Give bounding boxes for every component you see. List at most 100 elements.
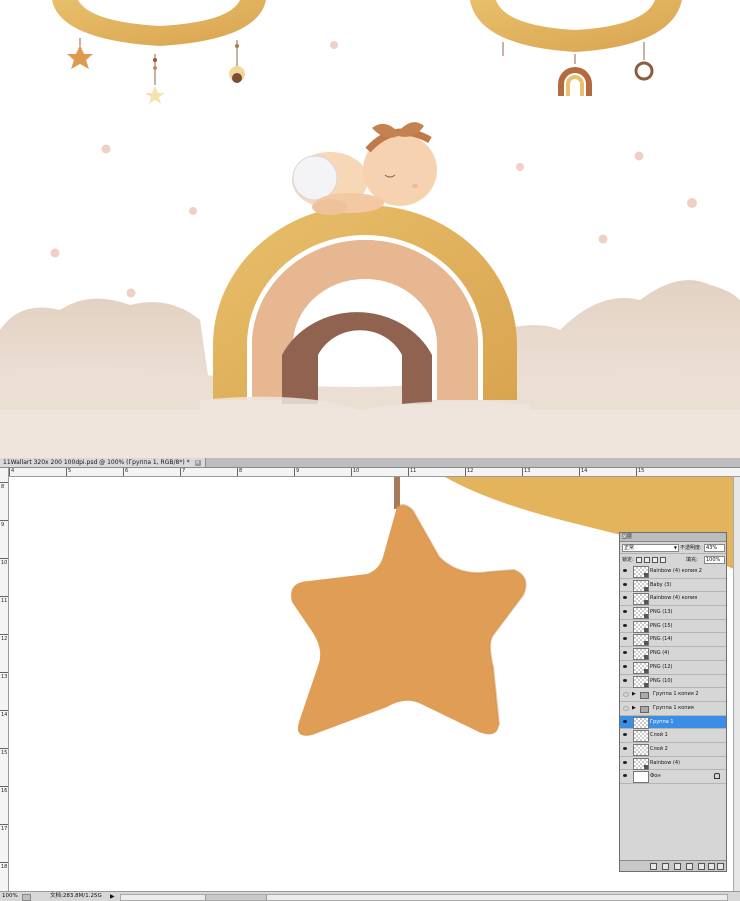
eye-icon[interactable] (623, 651, 627, 655)
ruler-label: 6 (125, 468, 129, 474)
star-ornament[interactable] (291, 505, 526, 736)
layer-name: PNG (10) (650, 677, 673, 684)
layer-thumbnail (633, 771, 649, 784)
eye-icon[interactable] (623, 733, 627, 737)
star-string (394, 477, 400, 509)
layer-list: Rainbow (4) копия 2 Baby (3) Rainbow (4) к… (620, 565, 726, 859)
layer-row[interactable]: PNG (13) (620, 606, 726, 620)
layer-row[interactable]: PNG (10) (620, 674, 726, 689)
ruler-label: 4 (11, 468, 15, 474)
layer-thumbnail (633, 716, 649, 729)
eye-icon[interactable] (623, 719, 627, 723)
layer-name: Группа 1 (650, 718, 674, 725)
ruler-label: 9 (1, 522, 5, 528)
lock-icon (714, 773, 720, 780)
lock-transparency-icon[interactable] (636, 557, 642, 563)
close-icon[interactable]: × (622, 533, 627, 540)
smart-object-icon (633, 620, 649, 633)
artwork-illustration (0, 0, 740, 458)
top-right-rainbow (470, 0, 682, 96)
layer-row[interactable]: PNG (4) (620, 647, 726, 661)
vertical-ruler[interactable]: 8 9 10 11 12 13 14 15 16 17 18 (0, 468, 9, 891)
layers-panel: 图层 × 正常 ▼ 不透明度: 43% 锁定: 填充: 100% Rainbow… (619, 532, 727, 872)
smart-object-icon (633, 661, 649, 674)
smart-object-icon (633, 757, 649, 770)
layer-name: Baby (3) (650, 581, 672, 588)
layer-row[interactable]: Фон (620, 770, 726, 784)
layer-thumbnail (633, 743, 649, 756)
ruler-label: 7 (182, 468, 186, 474)
layer-row[interactable]: Rainbow (4) (620, 756, 726, 771)
lock-all-icon[interactable] (660, 557, 666, 563)
layers-panel-titlebar[interactable]: 图层 × (620, 533, 726, 542)
ruler-label: 11 (410, 468, 417, 474)
layer-row[interactable]: ▶ Группа 1 копия (620, 701, 726, 716)
blend-mode-select[interactable]: 正常 ▼ (622, 544, 679, 552)
fill-field[interactable]: 100% (704, 556, 725, 564)
eye-icon[interactable] (623, 705, 629, 711)
layer-row[interactable]: Слой 1 (620, 729, 726, 743)
horizontal-ruler[interactable]: 4 5 6 7 8 9 10 11 12 13 14 15 (9, 468, 740, 477)
link-layers-icon[interactable] (650, 863, 657, 870)
ruler-label: 12 (1, 636, 8, 642)
eye-icon[interactable] (623, 746, 627, 750)
expand-arrow-icon[interactable]: ▶ (632, 702, 636, 714)
ruler-label: 18 (1, 864, 8, 870)
ruler-label: 9 (296, 468, 300, 474)
layer-name: PNG (14) (650, 636, 673, 643)
layer-name: Группа 1 копия 2 (653, 691, 699, 698)
eye-icon[interactable] (623, 774, 627, 778)
eye-icon[interactable] (623, 760, 627, 764)
document-tab-title: 11Wallart 320x 200 100dpi.psd @ 100% (Гр… (3, 459, 190, 466)
layer-row[interactable]: PNG (14) (620, 633, 726, 648)
opacity-label: 不透明度: (680, 545, 702, 551)
top-left-rainbow (52, 0, 266, 104)
eye-icon[interactable] (623, 582, 627, 586)
folder-icon (640, 692, 649, 700)
layer-row[interactable]: Группа 1 (620, 715, 726, 730)
layer-row[interactable]: Слой 2 (620, 742, 726, 757)
eye-icon[interactable] (623, 678, 627, 682)
eye-icon[interactable] (623, 637, 627, 641)
scrollbar-thumb[interactable] (205, 895, 267, 900)
new-layer-icon[interactable] (708, 863, 715, 870)
layer-name: Группа 1 копия (653, 704, 694, 711)
ruler-label: 8 (1, 484, 5, 490)
layers-panel-footer (620, 860, 726, 871)
layer-row[interactable]: Rainbow (4) копия (620, 592, 726, 607)
delete-layer-icon[interactable] (717, 863, 724, 870)
ruler-label: 15 (1, 750, 8, 756)
lock-label: 锁定: (622, 557, 634, 563)
layer-name: Фон (650, 773, 661, 780)
layer-row[interactable]: PNG (15) (620, 619, 726, 634)
eye-icon[interactable] (623, 596, 627, 600)
smart-object-icon (633, 593, 649, 606)
lock-position-icon[interactable] (652, 557, 658, 563)
opacity-field[interactable]: 43% (704, 544, 725, 552)
ruler-label: 16 (1, 788, 8, 794)
close-icon[interactable]: × (194, 459, 201, 466)
expand-arrow-icon[interactable]: ▶ (632, 688, 636, 700)
smart-object-icon (633, 566, 649, 578)
artwork-preview (0, 0, 740, 458)
document-tab[interactable]: 11Wallart 320x 200 100dpi.psd @ 100% (Гр… (0, 458, 206, 467)
new-group-icon[interactable] (698, 863, 705, 870)
add-mask-icon[interactable] (674, 863, 681, 870)
layer-row[interactable]: Rainbow (4) копия 2 (620, 565, 726, 579)
layer-row[interactable]: PNG (12) (620, 660, 726, 675)
smart-object-icon (633, 675, 649, 688)
layer-name: Слой 1 (650, 732, 668, 739)
layer-row[interactable]: Baby (3) (620, 578, 726, 593)
smart-object-icon (633, 579, 649, 592)
eye-icon[interactable] (623, 610, 627, 614)
lock-pixels-icon[interactable] (644, 557, 650, 563)
layer-thumbnail (633, 730, 649, 743)
eye-icon[interactable] (623, 569, 627, 572)
adjustment-layer-icon[interactable] (686, 863, 693, 870)
eye-icon[interactable] (623, 623, 627, 627)
eye-icon[interactable] (623, 692, 629, 698)
vertical-scrollbar[interactable] (733, 477, 740, 891)
eye-icon[interactable] (623, 664, 627, 668)
layer-row[interactable]: ▶ Группа 1 копия 2 (620, 688, 726, 702)
layer-style-icon[interactable] (662, 863, 669, 870)
